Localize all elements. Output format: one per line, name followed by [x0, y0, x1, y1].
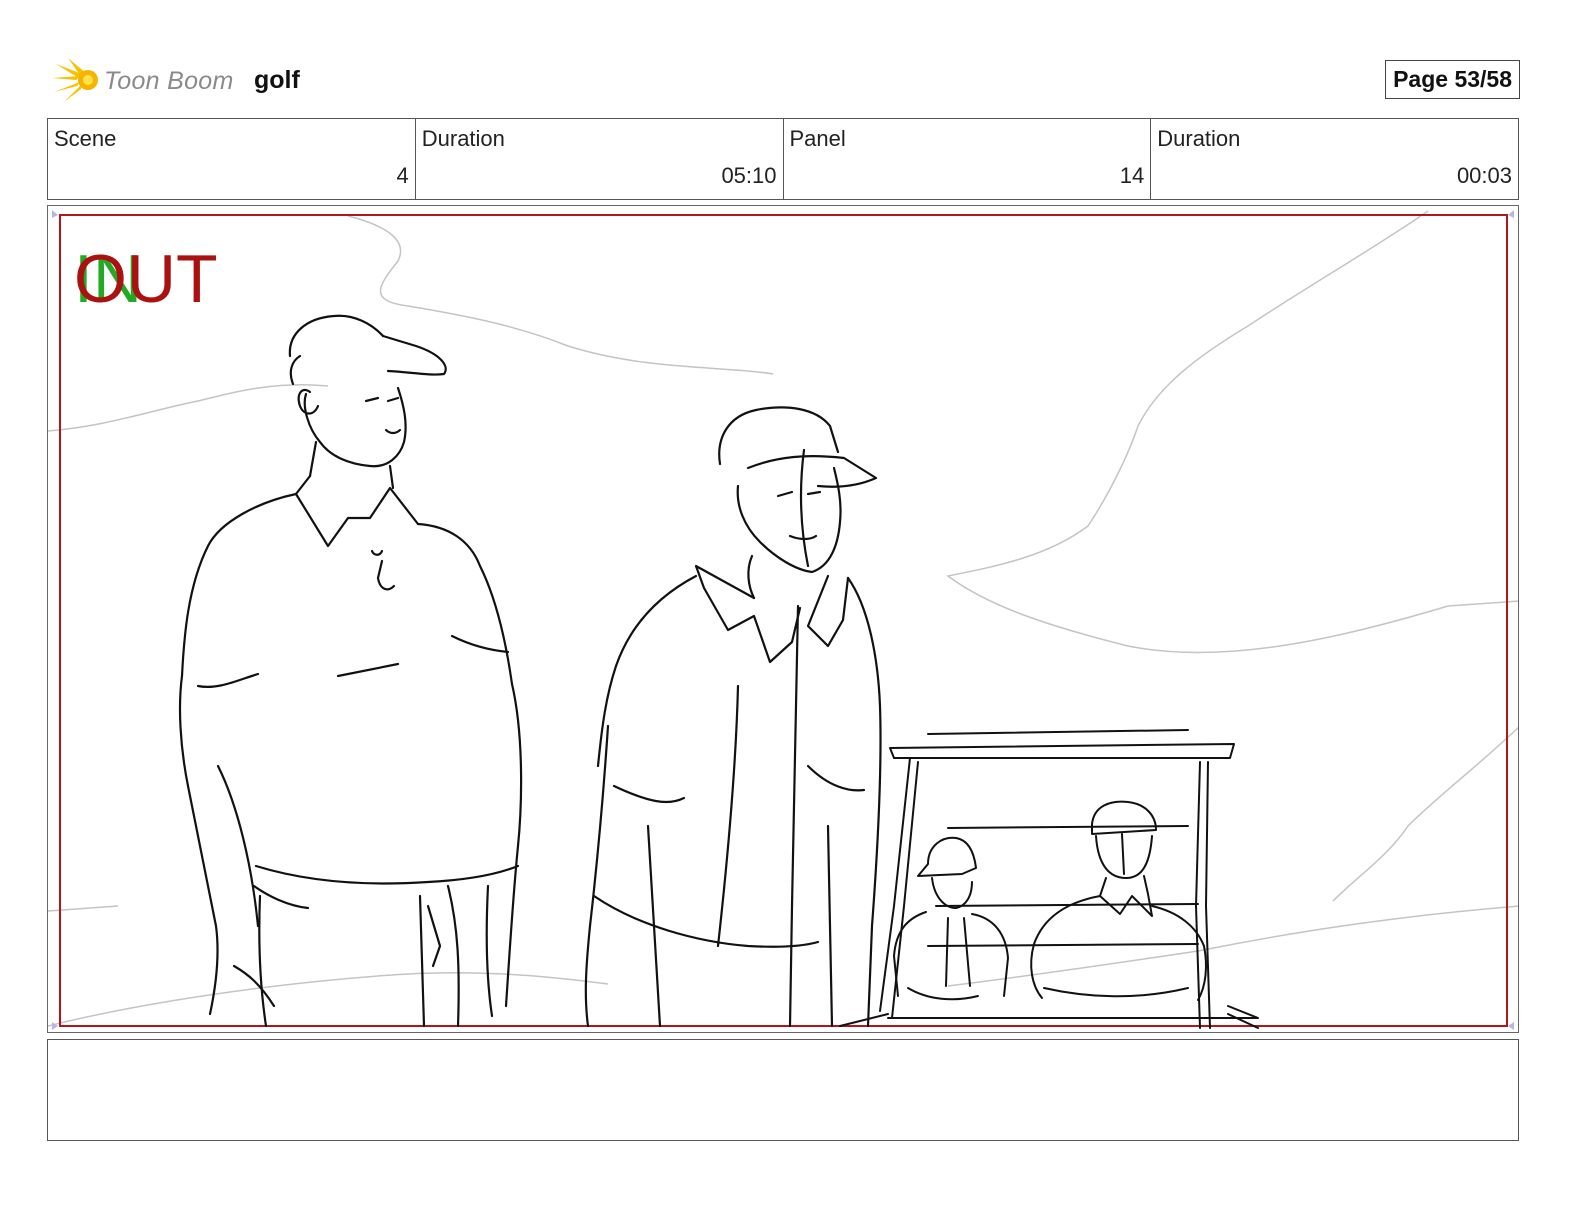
- scene-duration-label: Duration: [421, 126, 505, 151]
- out-marker: OUT: [74, 241, 218, 317]
- panel-label: Panel: [789, 126, 846, 151]
- page-indicator: Page 53/58: [1385, 60, 1520, 99]
- scene-duration-value: 05:10: [721, 163, 777, 188]
- project-name: golf: [254, 66, 300, 94]
- background-sketch: [48, 210, 1518, 1027]
- middle-golfer-sketch: [584, 406, 882, 1028]
- golf-cart-sketch: [839, 729, 1259, 1029]
- panel-duration-label: Duration: [1157, 126, 1241, 151]
- panel-duration-value: 00:03: [1456, 163, 1512, 188]
- logo-text: Toon Boom: [104, 66, 234, 95]
- panel-drawing: IN OUT: [48, 210, 1518, 1030]
- scene-duration-cell: Duration 05:10: [416, 119, 784, 199]
- panel-duration-cell: Duration 00:03: [1151, 119, 1518, 199]
- toon-boom-logo: Toon Boom: [50, 56, 234, 106]
- panel-value: 14: [1119, 163, 1145, 188]
- left-golfer-sketch: [178, 314, 523, 1028]
- page-header: Toon Boom golf Page 53/58: [50, 56, 1520, 106]
- scene-info-table: Scene 4 Duration 05:10 Panel 14 Duration…: [47, 118, 1519, 200]
- scene-value: 4: [396, 163, 409, 188]
- scene-cell: Scene 4: [48, 119, 416, 199]
- notes-box: [47, 1039, 1519, 1141]
- starburst-icon: [52, 58, 98, 102]
- frame-corner-markers: [52, 210, 1514, 1030]
- safe-frame: [59, 214, 1508, 1027]
- scene-label: Scene: [54, 126, 117, 151]
- panel-cell: Panel 14: [784, 119, 1152, 199]
- storyboard-panel: IN OUT: [47, 205, 1519, 1033]
